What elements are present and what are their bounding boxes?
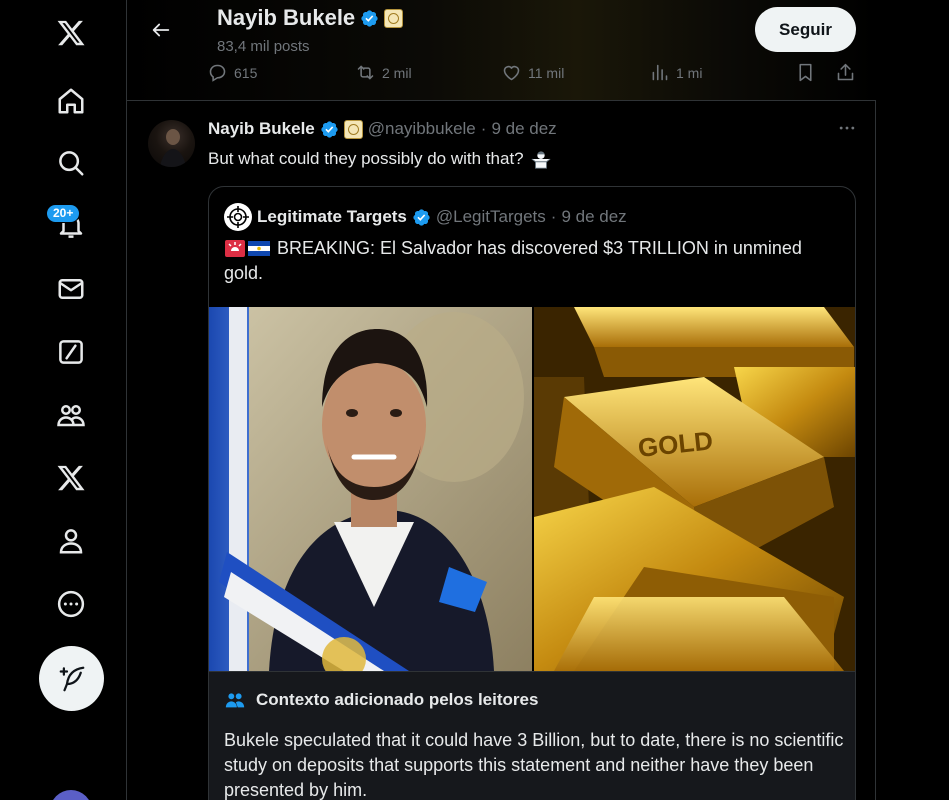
views-chart-icon	[652, 64, 668, 81]
header-action-bar: 615 2 mil 11 mil 1 mi	[207, 62, 857, 86]
affiliate-seal-icon	[384, 8, 404, 28]
gold-bars-photo[interactable]: GOLD	[534, 307, 855, 671]
profile-icon[interactable]	[50, 520, 92, 562]
heart-icon	[503, 65, 520, 81]
profile-header: Nayib Bukele 83,4 mil posts Seguir 615 2…	[127, 0, 876, 101]
more-circle-icon[interactable]	[50, 583, 92, 625]
reply-count: 615	[234, 64, 258, 81]
search-icon[interactable]	[50, 142, 92, 184]
tweet-text: But what could they possibly do with tha…	[208, 149, 524, 168]
portrait-photo[interactable]	[209, 307, 532, 671]
tweet-handle[interactable]: @nayibbukele	[368, 119, 476, 139]
repost-icon	[357, 65, 374, 80]
verified-badge-icon	[321, 120, 338, 138]
gold-bars-image: GOLD	[534, 307, 855, 671]
tweet-author-name[interactable]: Nayib Bukele	[208, 119, 315, 139]
tweet-date[interactable]: 9 de dez	[491, 119, 556, 139]
repost-action[interactable]: 2 mil	[355, 62, 412, 83]
bookmark-action[interactable]	[795, 62, 816, 83]
verified-badge-icon	[361, 9, 378, 27]
people-icon	[225, 693, 245, 708]
community-notes: Contexto adicionado pelos leitores Bukel…	[209, 671, 855, 800]
more-options-button[interactable]	[832, 116, 862, 140]
account-avatar[interactable]	[50, 790, 92, 800]
community-notes-title: Contexto adicionado pelos leitores	[224, 689, 538, 711]
like-action[interactable]: 11 mil	[501, 62, 564, 83]
affiliate-seal-icon	[343, 119, 363, 139]
views-action[interactable]: 1 mi	[649, 62, 702, 83]
el-salvador-flag-icon	[248, 241, 270, 256]
header-name-row: Nayib Bukele	[217, 5, 404, 31]
reply-icon	[209, 64, 226, 82]
notifications-badge: 20+	[46, 204, 81, 223]
quoted-tweet-text: BREAKING: El Salvador has discovered $3 …	[224, 238, 802, 283]
grok-icon[interactable]	[50, 331, 92, 373]
back-button[interactable]	[143, 12, 179, 48]
tweet-text-row: But what could they possibly do with tha…	[208, 148, 552, 170]
quoted-tweet-header: Legitimate Targets @LegitTargets · 9 de …	[224, 203, 627, 231]
x-logo-icon[interactable]	[50, 12, 92, 54]
mail-icon[interactable]	[50, 268, 92, 310]
quoted-date[interactable]: 9 de dez	[561, 207, 626, 227]
quoted-tweet-text-block: BREAKING: El Salvador has discovered $3 …	[224, 236, 844, 286]
tweet[interactable]: Nayib Bukele @nayibbukele · 9 de dez But…	[127, 102, 876, 800]
media-grid: GOLD	[209, 307, 855, 671]
repost-count: 2 mil	[382, 64, 412, 81]
tweet-header: Nayib Bukele @nayibbukele · 9 de dez	[208, 119, 557, 139]
header-name: Nayib Bukele	[217, 5, 356, 30]
community-notes-title-text: Contexto adicionado pelos leitores	[256, 690, 539, 709]
views-count: 1 mi	[676, 64, 703, 81]
quoted-tweet[interactable]: Legitimate Targets @LegitTargets · 9 de …	[208, 186, 856, 800]
author-avatar[interactable]	[148, 120, 195, 167]
premium-x-icon[interactable]	[50, 457, 92, 499]
arrow-left-icon	[152, 23, 170, 37]
quoted-author-name[interactable]: Legitimate Targets	[257, 207, 407, 227]
portrait-image	[209, 307, 532, 671]
quoted-handle[interactable]: @LegitTargets	[436, 207, 546, 227]
more-dots-icon	[839, 126, 855, 130]
crosshair-icon	[227, 206, 249, 228]
follow-button[interactable]: Seguir	[755, 7, 856, 52]
bookmark-icon	[799, 63, 812, 82]
left-nav: 20+	[0, 0, 127, 800]
share-action[interactable]	[835, 62, 856, 83]
feather-plus-icon	[59, 666, 84, 691]
post-count: 83,4 mil posts	[217, 38, 310, 55]
person-shrugging-emoji-icon	[531, 151, 551, 169]
post-button[interactable]	[39, 646, 104, 711]
police-light-emoji-icon	[225, 240, 245, 257]
quoted-author-avatar[interactable]	[224, 203, 252, 231]
like-count: 11 mil	[528, 64, 565, 81]
reply-action[interactable]: 615	[207, 62, 257, 83]
dot-separator: ·	[550, 207, 557, 226]
community-notes-body: Bukele speculated that it could have 3 B…	[224, 730, 844, 800]
author-avatar-image	[160, 129, 186, 167]
verified-badge-icon	[413, 208, 430, 226]
share-icon	[837, 63, 854, 81]
home-icon[interactable]	[50, 80, 92, 122]
main-column: Nayib Bukele 83,4 mil posts Seguir 615 2…	[126, 0, 876, 800]
dot-separator: ·	[480, 119, 487, 138]
communities-icon[interactable]	[50, 394, 92, 436]
